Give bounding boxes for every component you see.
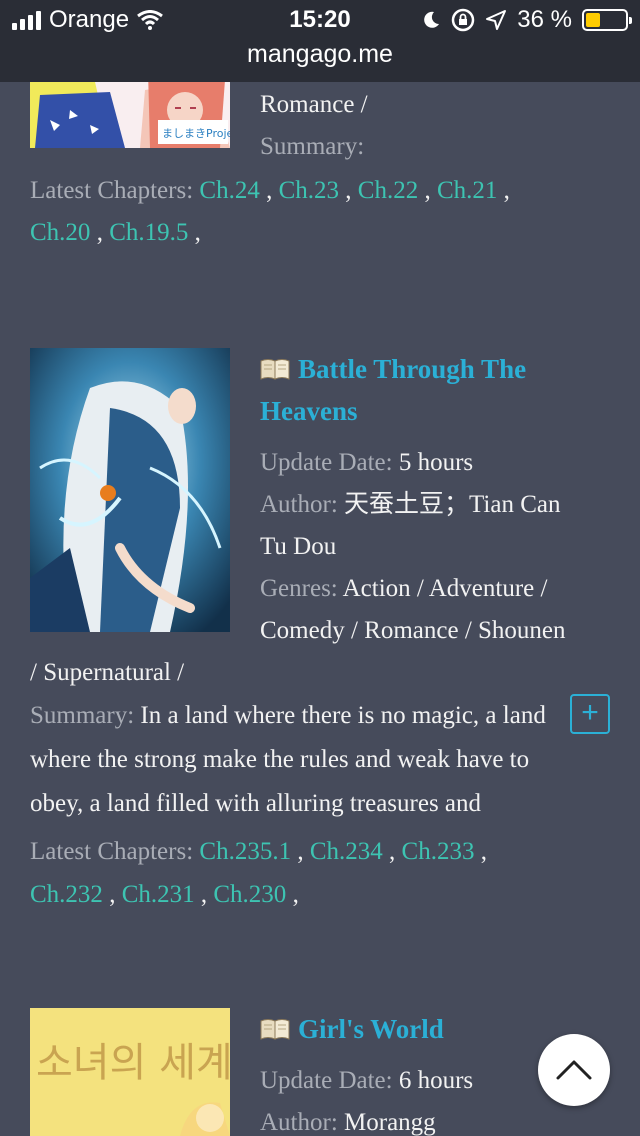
chapter-link[interactable]: Ch.235.1 bbox=[199, 838, 291, 865]
chapter-link[interactable]: Ch.230 bbox=[213, 881, 286, 908]
latest-chapters: Latest Chapters: Ch.24 , Ch.23 , Ch.22 ,… bbox=[30, 177, 510, 246]
chapter-link[interactable]: Ch.23 bbox=[279, 177, 339, 204]
scroll-to-top-button[interactable] bbox=[538, 1034, 610, 1106]
moon-icon bbox=[424, 11, 440, 28]
chevron-up-icon bbox=[556, 1060, 592, 1080]
add-button[interactable]: + bbox=[570, 694, 610, 734]
latest-chapters: Latest Chapters: Ch.235.1 , Ch.234 , Ch.… bbox=[30, 838, 487, 908]
battery-percent: 36 % bbox=[517, 6, 572, 33]
summary-text: In a land where there is no magic, a lan… bbox=[140, 702, 546, 729]
chapter-link[interactable]: Ch.24 bbox=[199, 177, 259, 204]
chapter-link[interactable]: Ch.21 bbox=[437, 177, 497, 204]
summary-label: Summary: bbox=[30, 702, 135, 729]
summary-label: Summary: bbox=[260, 133, 365, 160]
chapter-link[interactable]: Ch.232 bbox=[30, 881, 103, 908]
status-icons: 36 % bbox=[421, 6, 632, 34]
chapter-link[interactable]: Ch.234 bbox=[310, 838, 383, 865]
author-label: Author: bbox=[260, 1109, 338, 1136]
update-date-value: 5 hours bbox=[398, 449, 474, 476]
chapter-link[interactable]: Ch.22 bbox=[358, 177, 418, 204]
browser-status-bar: Orange 15:20 36 % mangago.me bbox=[0, 0, 640, 82]
author-label: Author: bbox=[260, 491, 338, 518]
author-link[interactable]: 天蚕土豆；Tian Can bbox=[344, 491, 560, 518]
summary-text-line-3: obey, a land filled with alluring treasu… bbox=[30, 790, 482, 817]
summary-text-line-2: where the strong make the rules and weak… bbox=[30, 746, 530, 773]
author-link[interactable]: Morangg bbox=[344, 1109, 436, 1136]
author-row: Author: Morangg bbox=[0, 1102, 640, 1136]
genres-value: Action / Adventure / bbox=[342, 575, 548, 602]
author-link-continued[interactable]: Tu Dou bbox=[0, 526, 640, 568]
chapter-link[interactable]: Ch.19.5 bbox=[109, 219, 188, 246]
chapter-link[interactable]: Ch.233 bbox=[402, 838, 475, 865]
book-icon bbox=[260, 359, 290, 380]
update-date-value: 6 hours bbox=[398, 1067, 474, 1094]
chapter-link[interactable]: Ch.20 bbox=[30, 219, 90, 246]
title-text: Girl's World bbox=[298, 1014, 444, 1044]
update-date-label: Update Date: bbox=[260, 1067, 393, 1094]
title-line-2[interactable]: Heavens bbox=[0, 390, 640, 432]
genres-tail: Romance / bbox=[260, 91, 368, 118]
genres-label: Genres: bbox=[260, 575, 338, 602]
latest-chapters-label: Latest Chapters: bbox=[30, 177, 194, 204]
genres-row: Genres: Action / Adventure / bbox=[0, 568, 640, 610]
manga-title[interactable]: Battle Through The bbox=[0, 348, 640, 390]
title-line-1: Battle Through The bbox=[298, 354, 527, 384]
rotation-lock-icon bbox=[452, 8, 475, 32]
latest-chapters-label: Latest Chapters: bbox=[30, 838, 194, 865]
summary-row: Summary: In a land where there is no mag… bbox=[30, 694, 610, 738]
battery-icon bbox=[582, 9, 632, 31]
update-date-label: Update Date: bbox=[260, 449, 393, 476]
author-row: Author: 天蚕土豆；Tian Can bbox=[0, 484, 640, 526]
location-arrow-icon bbox=[486, 10, 507, 30]
genres-value-tail: / Supernatural / bbox=[30, 659, 185, 686]
genres-value-continued: Comedy / Romance / Shounen bbox=[260, 617, 566, 644]
book-icon bbox=[260, 1019, 290, 1040]
update-date-row: Update Date: 5 hours bbox=[0, 442, 640, 484]
url-bar[interactable]: mangago.me bbox=[0, 40, 640, 69]
chapter-link[interactable]: Ch.231 bbox=[122, 881, 195, 908]
